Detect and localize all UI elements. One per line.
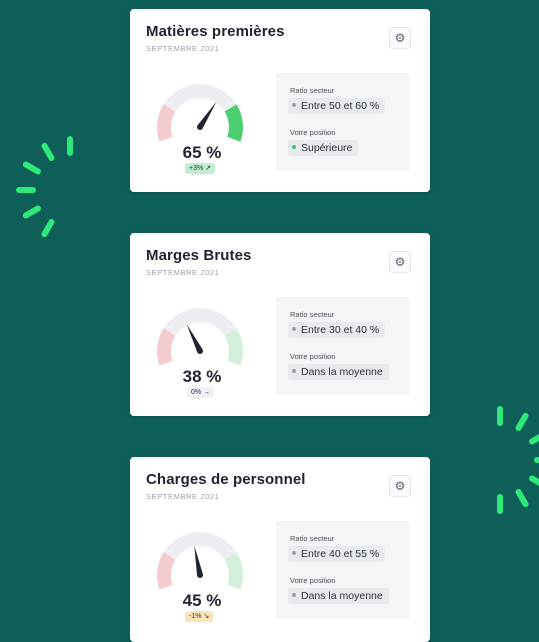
- position-chip: Dans la moyenne: [288, 588, 389, 604]
- ratio-value: Entre 40 et 55 %: [301, 548, 380, 560]
- position-value: Supérieure: [301, 142, 353, 154]
- gauge-zone-low: [157, 328, 176, 366]
- gauge-zone-low: [157, 552, 176, 590]
- gauge-hub: [197, 348, 203, 354]
- card-title: Matières premières: [146, 23, 285, 40]
- gauge-svg: [157, 84, 243, 142]
- gauge-zone-mid: [163, 308, 237, 336]
- position-chip: Supérieure: [288, 140, 359, 156]
- gauge-svg: [157, 308, 243, 366]
- burst-decoration-right: [440, 400, 539, 520]
- position-label: Votre position: [290, 128, 336, 137]
- position-chip: Dans la moyenne: [288, 364, 389, 380]
- gauge-zone-high: [224, 328, 243, 366]
- card-date: SEPTEMBRE 2021: [146, 492, 220, 501]
- percent-value: 45 %: [182, 591, 222, 610]
- ratio-label: Ratio secteur: [290, 86, 335, 95]
- ratio-label: Ratio secteur: [290, 534, 335, 543]
- dot-icon: [292, 593, 296, 598]
- gauge: [148, 521, 252, 593]
- ratio-label: Ratio secteur: [290, 310, 335, 319]
- gear-icon[interactable]: ⚙: [389, 475, 411, 497]
- ratio-chip: Entre 40 et 55 %: [288, 546, 386, 562]
- percent-value: 65 %: [182, 143, 222, 162]
- dot-icon: [292, 551, 296, 556]
- ratio-value: Entre 30 et 40 %: [301, 324, 380, 336]
- info-panel: Ratio secteur Entre 40 et 55 % Votre pos…: [276, 521, 410, 619]
- card-title: Charges de personnel: [146, 471, 306, 488]
- delta-badge: +3% ↗: [185, 163, 216, 174]
- dot-icon: [292, 145, 296, 150]
- gauge-zone-mid: [163, 84, 237, 112]
- burst-decoration-left: [10, 130, 130, 250]
- position-value: Dans la moyenne: [301, 366, 383, 378]
- position-label: Votre position: [290, 576, 336, 585]
- ratio-chip: Entre 30 et 40 %: [288, 322, 386, 338]
- percent-value: 38 %: [182, 367, 222, 386]
- gauge: [148, 73, 252, 145]
- gauge-zone-high: [224, 104, 243, 142]
- gauge-zone-low: [157, 104, 176, 142]
- position-value: Dans la moyenne: [301, 590, 383, 602]
- kpi-card-matieres-premieres: Matières premières SEPTEMBRE 2021 ⚙ 65 %…: [130, 9, 430, 192]
- gear-icon[interactable]: ⚙: [389, 27, 411, 49]
- info-panel: Ratio secteur Entre 30 et 40 % Votre pos…: [276, 297, 410, 395]
- gauge-zone-high: [224, 552, 243, 590]
- card-title: Marges Brutes: [146, 247, 252, 264]
- dot-icon: [292, 103, 296, 108]
- kpi-card-charges-personnel: Charges de personnel SEPTEMBRE 2021 ⚙ 45…: [130, 457, 430, 642]
- gauge-zone-mid: [163, 532, 237, 560]
- card-date: SEPTEMBRE 2021: [146, 268, 220, 277]
- card-date: SEPTEMBRE 2021: [146, 44, 220, 53]
- gauge-hub: [197, 124, 203, 130]
- dot-icon: [292, 369, 296, 374]
- gear-icon[interactable]: ⚙: [389, 251, 411, 273]
- info-panel: Ratio secteur Entre 50 et 60 % Votre pos…: [276, 73, 410, 171]
- gauge: [148, 297, 252, 369]
- delta-badge: 0% →: [187, 387, 215, 398]
- delta-badge: -1% ↘: [185, 611, 214, 622]
- ratio-chip: Entre 50 et 60 %: [288, 98, 386, 114]
- dot-icon: [292, 327, 296, 332]
- gauge-svg: [157, 532, 243, 590]
- gauge-needle: [194, 545, 203, 576]
- kpi-card-marges-brutes: Marges Brutes SEPTEMBRE 2021 ⚙ 38 % 0% →…: [130, 233, 430, 416]
- position-label: Votre position: [290, 352, 336, 361]
- gauge-hub: [197, 572, 203, 578]
- ratio-value: Entre 50 et 60 %: [301, 100, 380, 112]
